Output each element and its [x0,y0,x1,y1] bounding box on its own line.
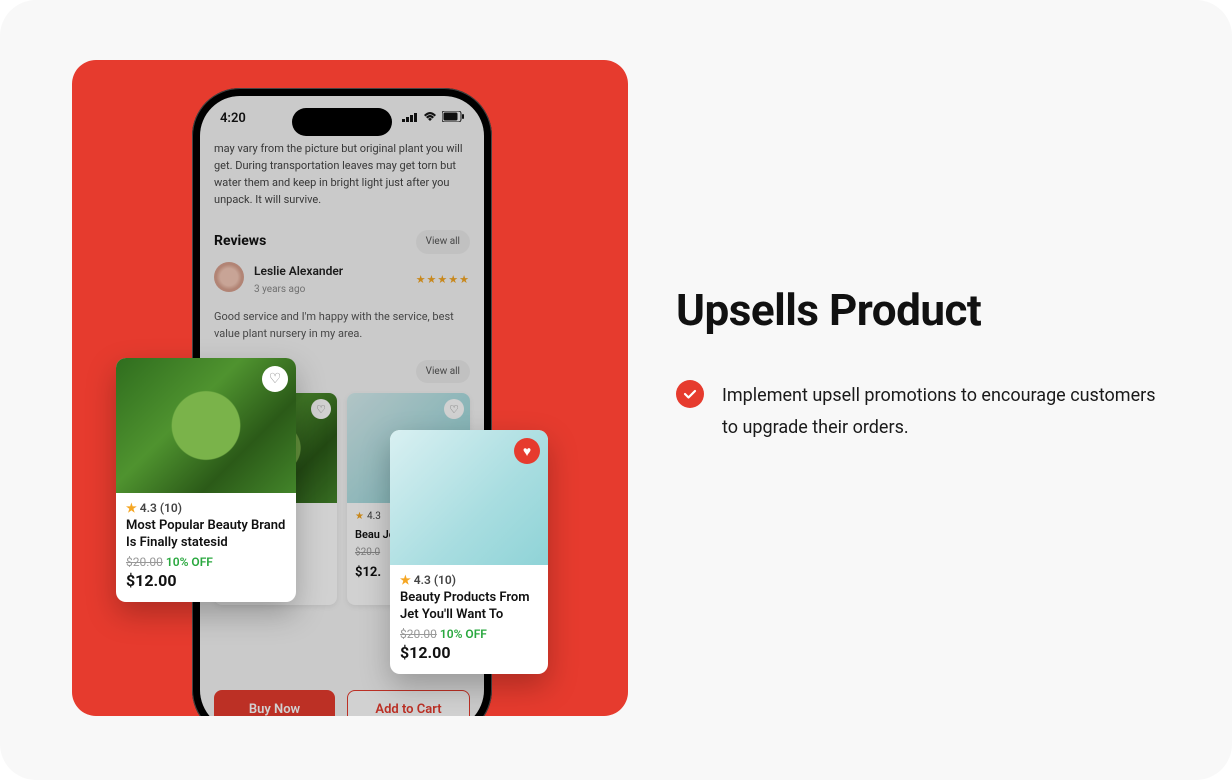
discount-label: 10% OFF [440,627,487,641]
phone-notch [292,108,392,136]
add-to-cart-button[interactable]: Add to Cart [347,690,470,716]
old-price: $20.0 [355,547,380,558]
status-right [402,111,464,126]
heart-icon: ♡ [449,401,459,418]
upsell-card[interactable]: ♡ ★ 4.3 (10) Most Popular Beauty Brand I… [116,358,296,602]
old-price: $20.00 [400,627,437,641]
buy-now-button[interactable]: Buy Now [214,690,335,716]
similar-view-all[interactable]: View all [416,360,470,384]
star-icon: ★ [126,501,137,515]
review-stars: ★★★★★ [416,271,470,288]
bullet-text: Implement upsell promotions to encourage… [722,380,1156,443]
canvas: 4:20 may vary from the pic [0,0,1232,780]
favorite-button[interactable]: ♡ [444,399,464,419]
favorite-button[interactable]: ♥ [514,438,540,464]
status-time: 4:20 [220,111,246,126]
star-icon: ★ [355,509,364,525]
reviews-title: Reviews [214,231,266,253]
button-row: Buy Now Add to Cart [200,680,484,716]
review-time: 3 years ago [254,282,343,298]
old-price: $20.00 [126,555,163,569]
heart-icon: ♡ [269,371,282,387]
product-image: ♡ [116,358,296,493]
product-image: ♥ [390,430,548,565]
battery-icon [442,111,464,126]
favorite-button[interactable]: ♡ [262,366,288,392]
upsell-card[interactable]: ♥ ★ 4.3 (10) Beauty Products From Jet Yo… [390,430,548,674]
review-item: Leslie Alexander 3 years ago ★★★★★ [214,262,470,298]
discount-label: 10% OFF [166,555,213,569]
heart-icon: ♥ [523,443,531,460]
product-description: may vary from the picture but original p… [214,140,470,208]
favorite-button[interactable]: ♡ [311,399,331,419]
review-text: Good service and I'm happy with the serv… [214,308,470,342]
reviews-header: Reviews View all [214,230,470,254]
reviewer-name: Leslie Alexander [254,262,343,281]
product-title: Most Popular Beauty Brand Is Finally sta… [126,518,286,552]
heart-icon: ♡ [316,401,326,418]
product-title: Beauty Products From Jet You'll Want To [400,590,538,624]
star-icon: ★ [400,573,411,587]
product-price: $12.00 [400,643,538,662]
avatar [214,262,244,292]
wifi-icon [423,111,437,126]
product-rating: ★ 4.3 (10) [400,573,538,587]
signal-icon [402,111,418,126]
right-block: Upsells Product Implement upsell promoti… [676,284,1156,443]
check-icon [676,380,704,408]
left-panel: 4:20 may vary from the pic [72,60,628,716]
reviews-view-all[interactable]: View all [416,230,470,254]
page-heading: Upsells Product [676,284,1156,336]
product-rating: ★ 4.3 (10) [126,501,286,515]
product-price: $12.00 [126,571,286,590]
bullet-row: Implement upsell promotions to encourage… [676,380,1156,443]
